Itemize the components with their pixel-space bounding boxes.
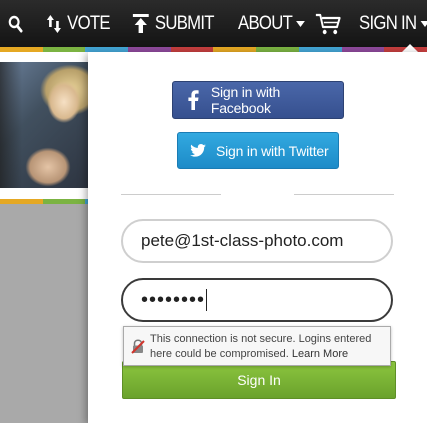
stripe-segment bbox=[42, 199, 86, 204]
learn-more-link[interactable]: Learn More bbox=[292, 348, 348, 360]
twitter-icon bbox=[184, 144, 212, 157]
featured-photo[interactable] bbox=[0, 62, 89, 188]
text-cursor bbox=[206, 289, 208, 311]
cart-button[interactable] bbox=[315, 0, 347, 47]
top-nav: VOTE SUBMIT ABOUT SIGN IN bbox=[0, 0, 427, 47]
search-button[interactable] bbox=[8, 0, 28, 47]
nav-about[interactable]: ABOUT bbox=[238, 0, 306, 47]
sign-in-button[interactable]: Sign In bbox=[122, 361, 396, 399]
facebook-sign-in-button[interactable]: Sign in with Facebook bbox=[172, 81, 344, 119]
insecure-login-warning: This connection is not secure. Logins en… bbox=[123, 326, 391, 366]
facebook-sign-in-label: Sign in with Facebook bbox=[210, 84, 281, 116]
twitter-sign-in-button[interactable]: Sign in with Twitter bbox=[177, 132, 339, 169]
nav-sign-in-label: SIGN IN bbox=[359, 12, 417, 34]
search-icon bbox=[8, 15, 23, 33]
password-value: •••••••• bbox=[141, 288, 206, 311]
nav-submit[interactable]: SUBMIT bbox=[132, 0, 215, 47]
password-field[interactable]: •••••••• bbox=[121, 278, 393, 322]
vote-arrows-icon bbox=[46, 14, 62, 34]
divider bbox=[121, 194, 221, 195]
sign-in-dropdown: Sign in with Facebook Sign in with Twitt… bbox=[88, 52, 427, 423]
facebook-icon bbox=[179, 90, 207, 110]
nav-submit-label: SUBMIT bbox=[154, 12, 215, 34]
email-field[interactable] bbox=[121, 219, 393, 263]
nav-sign-in[interactable]: SIGN IN bbox=[359, 0, 427, 47]
chevron-down-icon bbox=[296, 20, 306, 27]
divider bbox=[294, 194, 394, 195]
stripe-segment bbox=[0, 199, 43, 204]
nav-vote[interactable]: VOTE bbox=[46, 0, 111, 47]
nav-vote-label: VOTE bbox=[67, 12, 110, 34]
nav-about-label: ABOUT bbox=[238, 12, 293, 34]
twitter-sign-in-label: Sign in with Twitter bbox=[216, 142, 329, 159]
cart-icon bbox=[315, 13, 341, 35]
insecure-lock-icon bbox=[131, 339, 145, 359]
chevron-down-icon bbox=[420, 20, 427, 27]
sign-in-button-label: Sign In bbox=[237, 372, 281, 388]
upload-icon bbox=[132, 13, 150, 34]
